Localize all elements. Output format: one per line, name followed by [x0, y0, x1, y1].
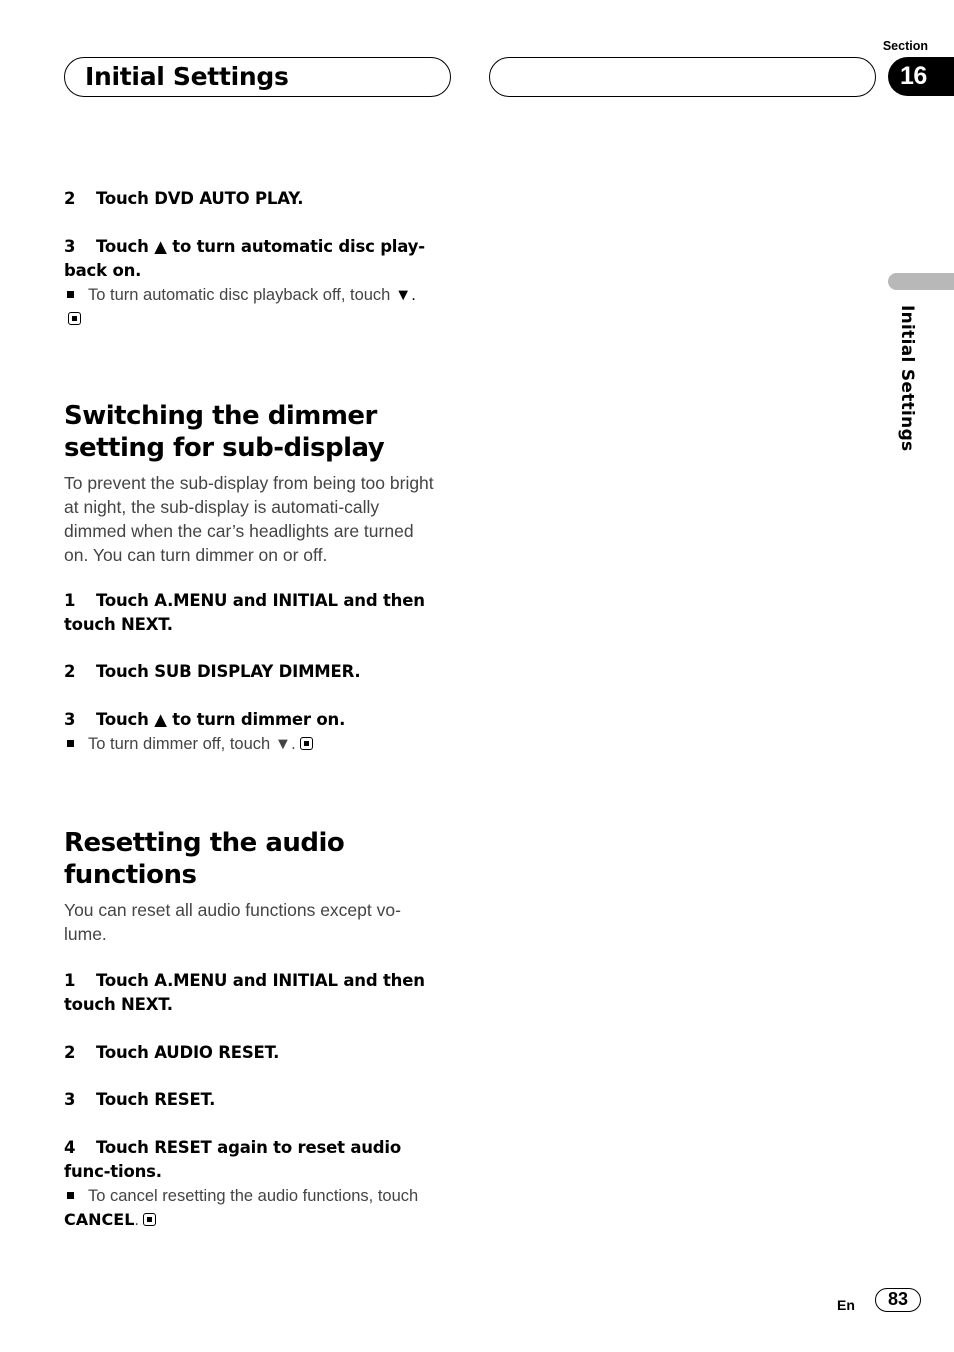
audio-reset-section: Resetting the audio functions You can re… — [64, 827, 454, 1232]
step-item: 2 Touch SUB DISPLAY DIMMER. — [64, 660, 454, 684]
note: To cancel resetting the audio functions,… — [64, 1184, 454, 1232]
step-text: Touch AUDIO RESET. — [96, 1043, 280, 1062]
section-label: Section — [882, 39, 928, 53]
step-number: 3 — [64, 1090, 76, 1109]
header-blank-box — [489, 57, 876, 97]
step-number: 2 — [64, 1043, 76, 1062]
step-text: Touch A.MENU and INITIAL and then touch … — [64, 971, 425, 1014]
step-number: 2 — [64, 189, 76, 208]
bullet-icon — [67, 1192, 74, 1200]
step-item: 1 Touch A.MENU and INITIAL and then touch… — [64, 969, 434, 1017]
step-item: 3 Touch ▲ to turn automatic disc play-bac… — [64, 235, 434, 283]
note-end: . — [134, 1211, 139, 1229]
step-item: 2 Touch AUDIO RESET. — [64, 1041, 454, 1065]
note: To turn dimmer off, touch ▼. — [64, 732, 454, 756]
step-number: 3 — [64, 237, 76, 256]
section-heading: Switching the dimmer setting for sub-dis… — [64, 401, 385, 463]
bullet-icon — [67, 740, 74, 748]
page-number: 83 — [875, 1288, 921, 1312]
down-arrow-symbol: ▼. — [394, 286, 416, 304]
step-number: 4 — [64, 1138, 76, 1157]
cancel-keyword: CANCEL — [64, 1210, 135, 1229]
section-number-tab: 16 — [888, 57, 954, 96]
note-text: To cancel resetting the audio functions,… — [88, 1187, 419, 1205]
step-number: 2 — [64, 662, 76, 681]
note-text: To turn dimmer off, touch ▼. — [88, 735, 296, 753]
end-mark-icon — [68, 312, 81, 325]
step-number: 1 — [64, 971, 76, 990]
step-text: Touch RESET. — [96, 1090, 216, 1109]
step-text: Touch RESET again to reset audio func-ti… — [64, 1138, 401, 1181]
note: To turn automatic disc playback off, tou… — [64, 283, 424, 331]
step-item: 3 Touch ▲ to turn dimmer on. — [64, 708, 454, 732]
step-item: 2 Touch DVD AUTO PLAY. — [64, 187, 454, 211]
note-text: To turn automatic disc playback off, tou… — [88, 286, 391, 304]
dimmer-section: Switching the dimmer setting for sub-dis… — [64, 400, 454, 756]
step-item: 1 Touch A.MENU and INITIAL and then touch… — [64, 589, 434, 637]
step-number: 3 — [64, 710, 76, 729]
step-number: 1 — [64, 591, 76, 610]
step-text: Touch A.MENU and INITIAL and then touch … — [64, 591, 425, 634]
header-title-box: Initial Settings — [64, 57, 451, 97]
dvd-auto-play-steps: 2 Touch DVD AUTO PLAY. 3 Touch ▲ to turn a… — [64, 187, 454, 331]
section-heading: Resetting the audio functions — [64, 828, 345, 890]
bullet-icon — [67, 291, 74, 299]
section-description: To prevent the sub-display from being to… — [64, 473, 434, 565]
side-section-label: Initial Settings — [897, 305, 917, 452]
step-item: 4 Touch RESET again to reset audio func-t… — [64, 1136, 449, 1184]
end-mark-icon — [299, 737, 313, 750]
language-label: En — [837, 1297, 855, 1313]
header-title: Initial Settings — [85, 62, 289, 91]
step-item: 3 Touch RESET. — [64, 1088, 454, 1112]
end-mark-icon — [142, 1213, 156, 1226]
step-text: Touch DVD AUTO PLAY. — [96, 189, 304, 208]
section-description: You can reset all audio functions except… — [64, 900, 401, 944]
side-thumb-tab — [888, 273, 954, 290]
step-text: Touch ▲ to turn dimmer on. — [96, 710, 346, 729]
step-text: Touch ▲ to turn automatic disc play-back… — [64, 237, 425, 280]
step-text: Touch SUB DISPLAY DIMMER. — [96, 662, 361, 681]
